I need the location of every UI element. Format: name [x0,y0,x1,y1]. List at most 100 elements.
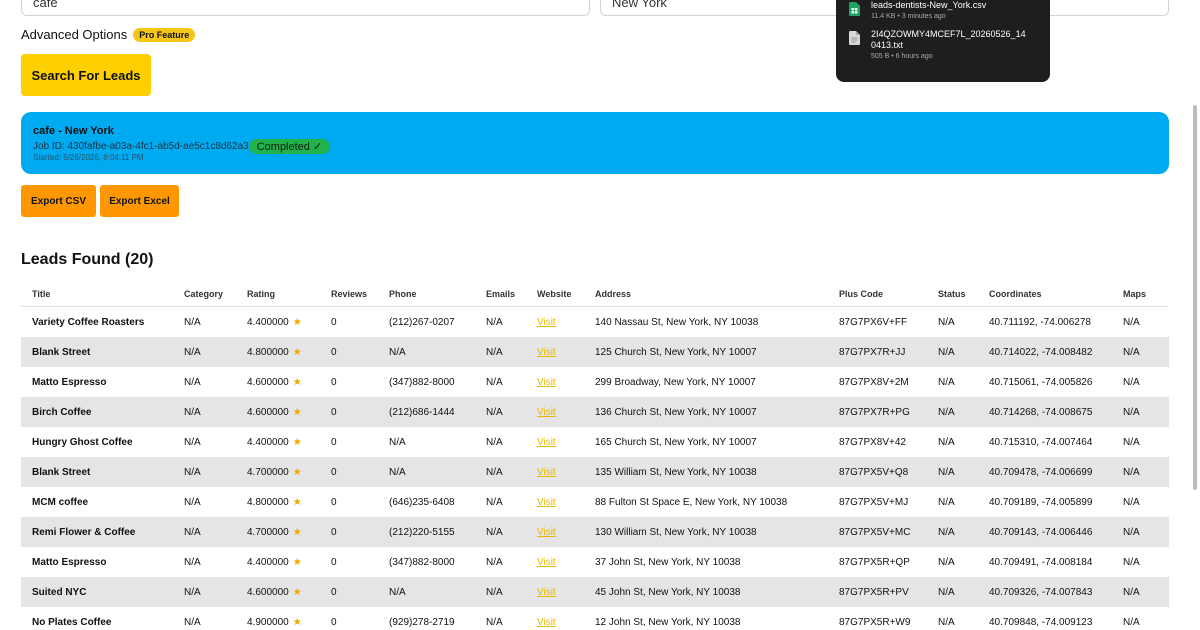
visit-link[interactable]: Visit [537,407,556,418]
star-icon: ★ [292,496,302,508]
cell-emails: N/A [486,406,503,418]
cell-coordinates: 40.709143, -74.006446 [989,526,1093,538]
page-scrollbar[interactable] [1193,105,1197,490]
cell-category: N/A [184,466,201,478]
download-file-name[interactable]: 2I4QZOWMY4MCEF7L_20260526_140413.txt [871,29,1026,51]
cell-website: Visit [537,587,595,598]
search-for-leads-button[interactable]: Search For Leads [21,54,151,96]
cell-status: N/A [938,406,955,418]
rating-value: 4.600000 [247,406,289,418]
table-row: Remi Flower & Coffee N/A 4.700000 ★ 0 (212)22… [21,517,1169,547]
cell-maps: N/A [1123,316,1140,328]
cell-reviews: 0 [331,316,337,328]
cell-maps: N/A [1123,436,1140,448]
rating-value: 4.700000 [247,526,289,538]
cell-rating: 4.400000 ★ [247,557,331,568]
star-icon: ★ [292,376,302,388]
visit-link[interactable]: Visit [537,317,556,328]
cell-phone: (212)220-5155 [389,526,455,538]
leads-heading: Leads Found (20) [21,251,154,268]
job-started-time: Started: 5/26/2026, 8:04:11 PM [33,153,144,162]
column-header-rating[interactable]: Rating [247,289,331,299]
cell-category: N/A [184,526,201,538]
visit-link[interactable]: Visit [537,437,556,448]
visit-link[interactable]: Visit [537,377,556,388]
cell-plus-code: 87G7PX5V+Q8 [839,466,909,478]
cell-website: Visit [537,497,595,508]
cell-status: N/A [938,526,955,538]
cell-website: Visit [537,437,595,448]
cell-plus-code: 87G7PX5V+MJ [839,496,909,508]
cell-address: 299 Broadway, New York, NY 10007 [595,376,756,388]
cell-category: N/A [184,436,201,448]
star-icon: ★ [292,586,302,598]
cell-reviews: 0 [331,496,337,508]
cell-category: N/A [184,586,201,598]
cell-address: 12 John St, New York, NY 10038 [595,616,741,628]
cell-address: 37 John St, New York, NY 10038 [595,556,741,568]
cell-maps: N/A [1123,556,1140,568]
column-header-phone[interactable]: Phone [389,289,486,299]
cell-reviews: 0 [331,616,337,628]
cell-address: 88 Fulton St Space E, New York, NY 10038 [595,496,788,508]
column-header-website[interactable]: Website [537,289,595,299]
column-header-plus-code[interactable]: Plus Code [839,289,938,299]
visit-link[interactable]: Visit [537,587,556,598]
text-file-icon [849,31,860,45]
keyword-input[interactable]: cafe [21,0,590,16]
cell-rating: 4.400000 ★ [247,317,331,328]
column-header-category[interactable]: Category [184,289,247,299]
visit-link[interactable]: Visit [537,347,556,358]
star-icon: ★ [292,616,302,628]
cell-address: 130 William St, New York, NY 10038 [595,526,757,538]
column-header-status[interactable]: Status [938,289,989,299]
column-header-maps[interactable]: Maps [1123,289,1169,299]
cell-reviews: 0 [331,526,337,538]
visit-link[interactable]: Visit [537,557,556,568]
cell-title: Suited NYC [32,586,87,598]
cell-maps: N/A [1123,406,1140,418]
download-item[interactable]: leads-dentists-New_York.csv 11.4 KB • 3 … [849,0,1037,20]
cell-address: 125 Church St, New York, NY 10007 [595,346,757,358]
table-row: Birch Coffee N/A 4.600000 ★ 0 (212)686-1444 N/… [21,397,1169,427]
rating-value: 4.900000 [247,616,289,628]
cell-plus-code: 87G7PX5R+PV [839,586,909,598]
rating-value: 4.400000 [247,556,289,568]
column-header-title[interactable]: Title [21,289,184,299]
advanced-options[interactable]: Advanced Options Pro Feature [21,27,196,42]
star-icon: ★ [292,436,302,448]
cell-phone: (212)267-0207 [389,316,455,328]
column-header-reviews[interactable]: Reviews [331,289,389,299]
visit-link[interactable]: Visit [537,467,556,478]
cell-title: Blank Street [32,466,91,478]
cell-rating: 4.600000 ★ [247,407,331,418]
cell-plus-code: 87G7PX7R+JJ [839,346,906,358]
download-item[interactable]: 2I4QZOWMY4MCEF7L_20260526_140413.txt 505… [849,29,1037,60]
visit-link[interactable]: Visit [537,497,556,508]
cell-emails: N/A [486,496,503,508]
cell-rating: 4.600000 ★ [247,377,331,388]
cell-emails: N/A [486,436,503,448]
cell-phone: (347)882-8000 [389,556,455,568]
column-header-address[interactable]: Address [595,289,839,299]
cell-coordinates: 40.715310, -74.007464 [989,436,1093,448]
cell-status: N/A [938,466,955,478]
export-csv-button[interactable]: Export CSV [21,185,96,217]
advanced-options-label[interactable]: Advanced Options [21,27,127,42]
visit-link[interactable]: Visit [537,527,556,538]
cell-website: Visit [537,527,595,538]
cell-plus-code: 87G7PX8V+42 [839,436,906,448]
cell-category: N/A [184,496,201,508]
visit-link[interactable]: Visit [537,617,556,628]
cell-coordinates: 40.709491, -74.008184 [989,556,1093,568]
cell-phone: N/A [389,346,406,358]
cell-phone: (212)686-1444 [389,406,455,418]
table-row: Hungry Ghost Coffee N/A 4.400000 ★ 0 N/A N/A Vi… [21,427,1169,457]
download-file-name[interactable]: leads-dentists-New_York.csv [871,0,1026,11]
export-excel-button[interactable]: Export Excel [100,185,179,217]
cell-category: N/A [184,316,201,328]
column-header-emails[interactable]: Emails [486,289,537,299]
table-row: Matto Espresso N/A 4.600000 ★ 0 (347)882-8000… [21,367,1169,397]
cell-status: N/A [938,316,955,328]
column-header-coordinates[interactable]: Coordinates [989,289,1123,299]
